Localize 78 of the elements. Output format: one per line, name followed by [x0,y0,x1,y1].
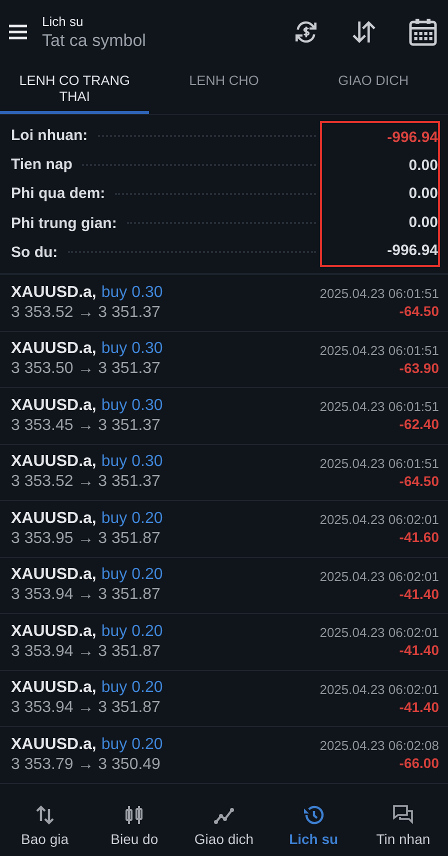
summary-label: Phi qua dem: [11,185,106,202]
deal-profit: -41.40 [399,698,439,715]
deal-side: buy 0.20 [101,736,163,754]
deal-row[interactable]: XAUUSD.a, buy 0.20 3 353.94 → 3 351.87 2025.04.23 06:02:01 -41.40 [0,614,448,670]
nav-tab[interactable]: Bao gia [0,803,90,847]
deal-profit: -41.40 [399,586,439,602]
summary-value: 0.00 [408,214,438,231]
deal-time: 2025.04.23 06:02:01 [320,682,439,697]
deal-time: 2025.04.23 06:01:51 [320,342,439,358]
sort-icon[interactable] [350,18,378,46]
deal-row[interactable]: XAUUSD.a, buy 0.20 3 353.94 → 3 351.87 2025.04.23 06:02:01 -41.40 [0,670,448,727]
deal-row[interactable]: XAUUSD.a, buy 0.30 3 353.50 → 3 351.37 2025.04.23 06:01:51 -63.90 [0,332,448,388]
deal-prices: 3 353.95 → 3 351.87 [11,530,162,548]
deal-prices: 3 353.94 → 3 351.87 [11,642,162,661]
tab[interactable]: LENH CO TRANG THAI [0,64,150,114]
deal-prices: 3 353.50 → 3 351.37 [11,360,162,378]
deal-time: 2025.04.23 06:01:51 [320,286,439,302]
deal-symbol: XAUUSD.a, [11,284,96,302]
deal-profit: -63.90 [399,360,439,376]
tab[interactable]: GIAO DICH [298,64,448,114]
deal-row[interactable]: XAUUSD.a, buy 0.20 3 353.94 → 3 351.87 2025.04.23 06:02:01 -41.40 [0,558,448,614]
deal-time: 2025.04.23 06:02:01 [320,512,439,528]
deal-time: 2025.04.23 06:02:01 [320,625,439,640]
deal-side: buy 0.30 [101,284,163,302]
deal-symbol: XAUUSD.a, [11,510,96,528]
deal-prices: 3 353.52 → 3 351.37 [11,304,162,322]
symbol-filter[interactable]: Tat ca symbol [42,30,280,50]
deal-symbol: XAUUSD.a, [11,679,96,698]
deal-side: buy 0.30 [101,340,163,358]
deal-side: buy 0.30 [101,453,163,472]
deal-side: buy 0.20 [101,566,163,584]
summary-label: Tien nap [11,156,72,174]
deal-prices: 3 353.94 → 3 351.87 [11,586,162,604]
deal-symbol: XAUUSD.a, [11,396,96,415]
deal-side: buy 0.20 [101,622,163,641]
summary-value: -996.94 [387,128,438,146]
deal-symbol: XAUUSD.a, [11,736,96,754]
deal-prices: 3 353.52 → 3 351.37 [11,473,162,492]
nav-tab[interactable]: Giao dich [179,803,269,847]
summary-label: Phi trung gian: [11,214,117,232]
deal-symbol: XAUUSD.a, [11,622,96,641]
deal-time: 2025.04.23 06:01:51 [320,456,439,471]
deal-row[interactable]: XAUUSD.a, buy 0.30 3 353.52 → 3 351.37 2025.04.23 06:01:51 -64.50 [0,275,448,332]
deal-side: buy 0.20 [101,510,163,528]
summary-value: 0.00 [408,185,438,202]
deal-side: buy 0.20 [101,679,163,698]
calendar-icon[interactable] [408,17,438,47]
deal-row[interactable]: XAUUSD.a, buy 0.30 3 353.45 → 3 351.37 2025.04.23 06:01:51 -62.40 [0,388,448,444]
nav-tab[interactable]: Bieu do [90,803,180,847]
deal-prices: 3 353.94 → 3 351.87 [11,699,162,718]
deal-time: 2025.04.23 06:01:51 [320,399,439,414]
deal-profit: -41.40 [399,642,439,658]
tab[interactable]: LENH CHO [149,64,299,114]
history-icon [302,803,326,827]
summary-value: -996.94 [387,242,438,260]
chat-icon [391,803,416,827]
summary-value: 0.00 [408,157,438,174]
deal-side: buy 0.30 [101,396,163,415]
nav-tab[interactable]: Lich su [268,803,358,847]
deal-profit: -41.60 [399,529,439,546]
summary-label: Loi nhuan: [11,127,88,144]
deal-time: 2025.04.23 06:02:01 [320,568,439,584]
deal-prices: 3 353.45 → 3 351.37 [11,416,162,435]
deal-row[interactable]: XAUUSD.a, buy 0.20 3 353.95 → 3 351.87 2025.04.23 06:02:01 -41.60 [0,501,448,558]
screen-title: Lich su [42,14,84,28]
deal-prices: 3 353.79 → 3 350.49 [11,756,162,774]
deal-time: 2025.04.23 06:02:08 [320,738,439,754]
deal-profit: -64.50 [399,303,439,320]
deal-symbol: XAUUSD.a, [11,453,96,472]
deal-profit: -64.50 [399,472,439,489]
deal-row[interactable]: XAUUSD.a, buy 0.20 3 353.79 → 3 350.49 2025.04.23 06:02:08 -66.00 [0,727,448,784]
deal-symbol: XAUUSD.a, [11,340,96,358]
deal-profit: -62.40 [399,416,439,432]
summary-label: So du: [11,244,58,261]
deal-symbol: XAUUSD.a, [11,566,96,584]
nav-tab[interactable]: Tin nhan [358,803,448,847]
deal-profit: -66.00 [399,755,439,772]
deal-row[interactable]: XAUUSD.a, buy 0.30 3 353.52 → 3 351.37 2025.04.23 06:01:51 -64.50 [0,444,448,501]
